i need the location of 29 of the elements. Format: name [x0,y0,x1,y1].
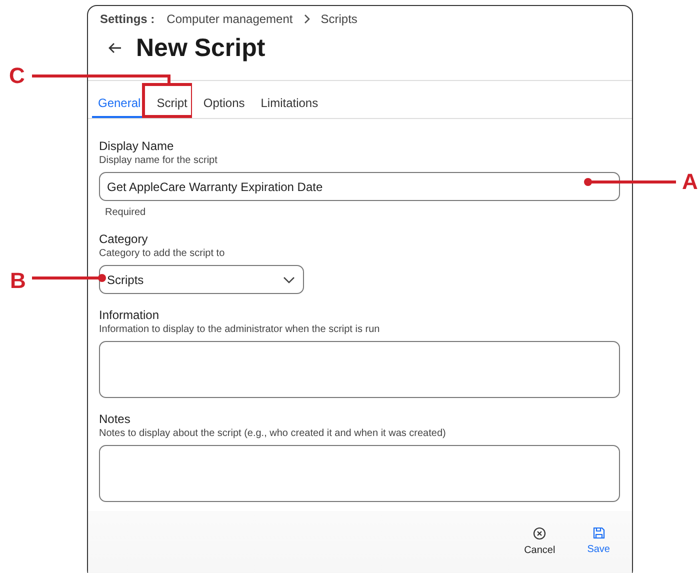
field-label: Category [99,232,149,246]
tab[interactable]: Options [197,89,251,118]
callout-letter: A [682,171,698,193]
page-title: New Script [136,34,266,62]
input-field[interactable]: Get AppleCare Warranty Expiration Date [99,172,620,201]
field-hint: Display name for the script [99,155,218,166]
save-button[interactable]: Save [585,525,612,557]
breadcrumb-link[interactable]: Scripts [320,12,358,26]
chevron-icon [302,14,311,24]
tab[interactable]: Limitations [254,89,324,118]
cancel-button[interactable]: Cancel [522,524,558,558]
chevron-down-icon [283,276,295,284]
required-note: Required [104,206,147,218]
callout-letter: C [9,65,25,87]
field-hint: Information to display to the administrator when the script is run [99,324,381,335]
text-area[interactable] [99,445,620,502]
field-hint: Notes to display about the script (e.g., who created it and when it was created) [99,428,447,439]
breadcrumb-root: Settings : [100,12,155,26]
close-icon [533,526,546,540]
callout-letter: B [10,270,26,292]
dropdown[interactable]: Scripts [99,265,304,294]
breadcrumb-link[interactable]: Computer management [166,12,293,26]
tab[interactable]: General [92,89,147,118]
back-arrow-icon[interactable] [108,42,122,54]
field-label: Information [99,308,160,322]
field-hint: Category to add the script to [99,248,226,259]
field-label: Notes [99,412,132,426]
field-label: Display Name [99,139,175,153]
text-area[interactable] [99,341,620,398]
